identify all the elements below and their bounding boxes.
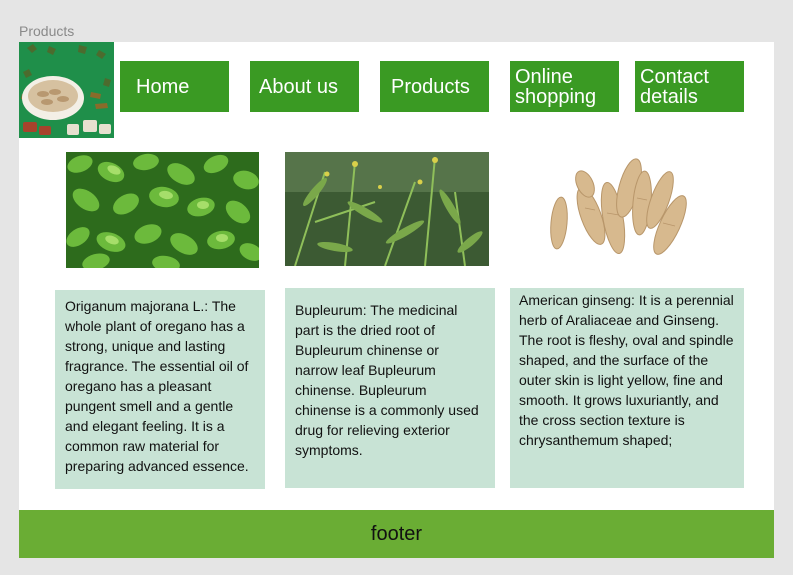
product-description: Bupleurum: The medicinal part is the dri… <box>295 302 479 458</box>
nav-home-label: Home <box>136 75 190 98</box>
herbs-logo-illustration <box>19 42 114 138</box>
bupleurum-photo <box>285 152 489 266</box>
nav-contact-details-button[interactable]: Contact details <box>635 61 744 112</box>
ginseng-photo <box>543 148 693 260</box>
product-description: Origanum majorana L.: The whole plant of… <box>65 298 249 474</box>
oregano-photo <box>66 152 259 268</box>
nav-products-button[interactable]: Products <box>380 61 489 112</box>
nav-about-us-label: About us <box>259 75 338 98</box>
nav-about-us-button[interactable]: About us <box>250 61 359 112</box>
footer-label: footer <box>370 522 423 545</box>
frame-label: Products <box>19 23 75 39</box>
page: Home About us Products Online shopping C… <box>19 42 774 558</box>
product-description: American ginseng: It is a perennial herb… <box>519 292 734 448</box>
product-card-bupleurum: Bupleurum: The medicinal part is the dri… <box>285 288 495 488</box>
nav-online-shopping-label: Online shopping <box>515 66 597 108</box>
footer: footer <box>19 510 774 558</box>
logo[interactable] <box>19 42 114 138</box>
nav-home-button[interactable]: Home <box>120 61 229 112</box>
product-card-oregano: Origanum majorana L.: The whole plant of… <box>55 290 265 489</box>
nav-online-shopping-button[interactable]: Online shopping <box>510 61 619 112</box>
product-card-american-ginseng: American ginseng: It is a perennial herb… <box>510 288 744 488</box>
nav-contact-details-label: Contact details <box>640 66 709 108</box>
nav-products-label: Products <box>391 75 470 98</box>
